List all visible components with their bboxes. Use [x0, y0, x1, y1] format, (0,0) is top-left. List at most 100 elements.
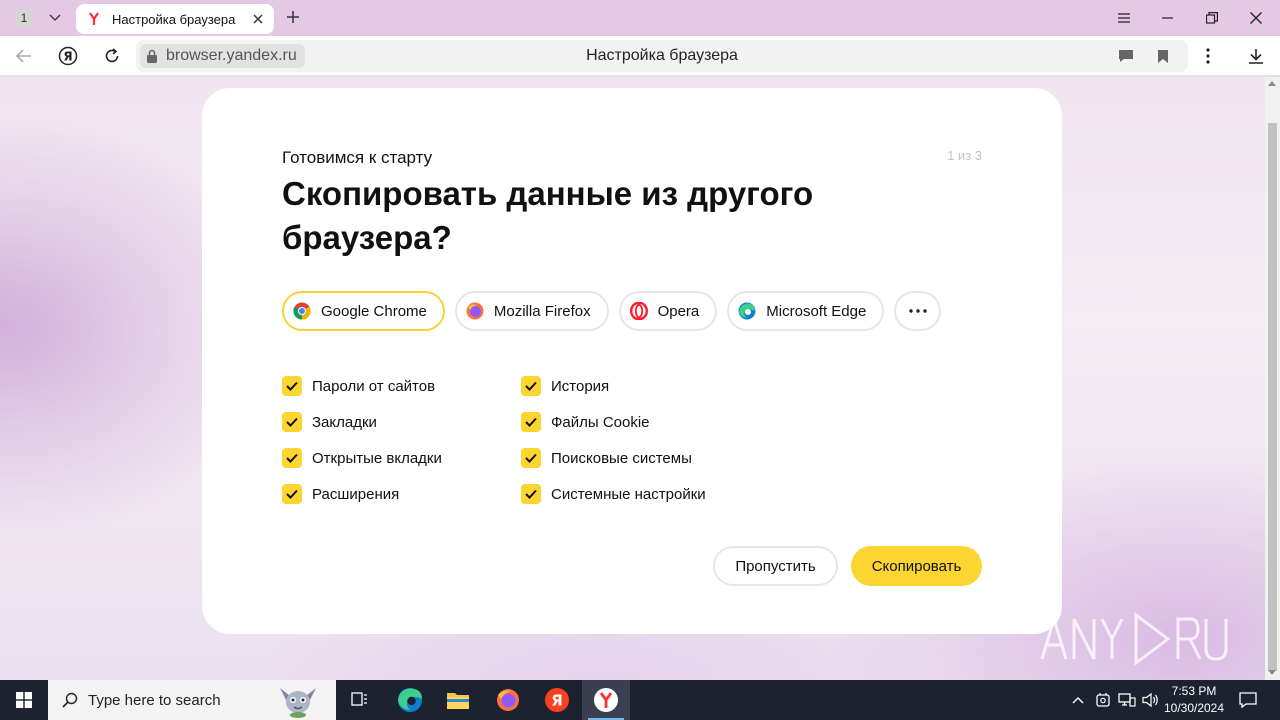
option-cookies[interactable]: Файлы Cookie [521, 404, 706, 440]
check-icon [525, 417, 537, 427]
browser-chip-label: Google Chrome [321, 302, 427, 320]
taskbar-clock[interactable]: 7:53 PM 10/30/2024 [1160, 683, 1228, 717]
tab-counter-button[interactable]: 1 [10, 7, 38, 29]
option-label: Файлы Cookie [551, 413, 650, 431]
more-browsers-button[interactable] [894, 291, 942, 331]
option-search-engines[interactable]: Поисковые системы [521, 440, 706, 476]
search-highlight-creature-icon [280, 688, 316, 718]
checkbox-checked[interactable] [282, 448, 302, 468]
restore-button[interactable] [1199, 6, 1225, 30]
search-icon [62, 692, 78, 708]
taskbar-explorer-button[interactable] [434, 680, 482, 720]
check-icon [525, 489, 537, 499]
svg-text:Я: Я [551, 692, 563, 710]
setup-subtitle: Готовимся к старту [282, 148, 433, 167]
reload-button[interactable] [99, 44, 125, 68]
back-button[interactable] [11, 44, 37, 68]
options-column-right: История Файлы Cookie Поисковые системы С… [521, 368, 706, 512]
opera-icon [629, 301, 649, 321]
clock-time: 7:53 PM [1171, 684, 1217, 698]
more-menu-button[interactable] [1195, 44, 1221, 68]
option-history[interactable]: История [521, 368, 706, 404]
page-title: Настройка браузера [586, 47, 738, 64]
reader-mode-button[interactable] [1116, 47, 1136, 65]
downloads-button[interactable] [1243, 44, 1269, 68]
folder-icon [447, 693, 469, 709]
search-placeholder: Type here to search [88, 691, 221, 709]
notification-icon [1239, 692, 1257, 708]
taskbar-edge-button[interactable] [386, 680, 434, 720]
windows-taskbar: Type here to search Я 7:53 PM 10/30/2024 [0, 680, 1280, 720]
browser-menu-button[interactable] [1111, 6, 1137, 30]
browser-chip-firefox[interactable]: Mozilla Firefox [454, 291, 609, 331]
copy-button[interactable]: Скопировать [851, 546, 982, 586]
firefox-icon [497, 689, 519, 711]
check-icon [286, 453, 298, 463]
scroll-up-arrow-icon[interactable] [1268, 81, 1276, 86]
checkbox-checked[interactable] [521, 484, 541, 504]
tray-network-button[interactable] [1117, 690, 1137, 710]
option-bookmarks[interactable]: Закладки [282, 404, 442, 440]
option-system-settings[interactable]: Системные настройки [521, 476, 706, 512]
yandex-home-button[interactable]: Я [55, 44, 81, 68]
firefox-icon [465, 301, 485, 321]
speaker-icon [1142, 692, 1158, 708]
scroll-down-arrow-icon[interactable] [1268, 670, 1276, 675]
bookmark-button[interactable] [1153, 47, 1173, 65]
more-vertical-icon [1206, 48, 1210, 64]
checkbox-checked[interactable] [282, 412, 302, 432]
more-horizontal-icon [909, 309, 927, 313]
start-button[interactable] [0, 680, 48, 720]
windows-logo-icon [16, 692, 32, 708]
checkbox-checked[interactable] [282, 376, 302, 396]
taskbar-yandex-button[interactable]: Я [533, 680, 581, 720]
option-label: Открытые вкладки [312, 449, 442, 467]
browser-chip-edge[interactable]: Microsoft Edge [727, 291, 885, 331]
checkbox-checked[interactable] [282, 484, 302, 504]
minimize-icon [1162, 17, 1173, 19]
svg-text:Я: Я [63, 50, 72, 64]
chrome-icon [292, 301, 312, 321]
option-extensions[interactable]: Расширения [282, 476, 442, 512]
omnibox[interactable]: browser.yandex.ru Настройка браузера [136, 40, 1188, 72]
browser-chip-chrome[interactable]: Google Chrome [282, 291, 445, 331]
option-passwords[interactable]: Пароли от сайтов [282, 368, 442, 404]
tray-overflow-button[interactable] [1068, 690, 1088, 710]
yandex-logo-icon: Я [58, 46, 78, 66]
tab-close-button[interactable] [250, 11, 266, 27]
setup-dialog: Готовимся к старту 1 из 3 Скопировать да… [202, 88, 1062, 634]
device-icon [1096, 693, 1110, 707]
tray-device-button[interactable] [1093, 690, 1113, 710]
taskbar-yandex-browser-button[interactable] [582, 680, 630, 720]
task-view-button[interactable] [336, 680, 384, 720]
minimize-button[interactable] [1155, 6, 1181, 30]
checkbox-checked[interactable] [521, 412, 541, 432]
new-tab-button[interactable] [282, 6, 304, 28]
chat-bubble-icon [1119, 50, 1133, 62]
checkbox-checked[interactable] [521, 448, 541, 468]
check-icon [525, 381, 537, 391]
skip-button[interactable]: Пропустить [713, 546, 838, 586]
hamburger-icon [1118, 13, 1130, 23]
taskbar-search-box[interactable]: Type here to search [48, 680, 336, 720]
page-scrollbar[interactable] [1265, 77, 1280, 680]
taskbar-firefox-button[interactable] [484, 680, 532, 720]
tab-active[interactable]: Настройка браузера [76, 4, 274, 34]
network-icon [1118, 693, 1136, 707]
close-window-button[interactable] [1243, 6, 1269, 30]
browser-chip-opera[interactable]: Opera [618, 291, 718, 331]
option-open-tabs[interactable]: Открытые вкладки [282, 440, 442, 476]
checkbox-checked[interactable] [521, 376, 541, 396]
step-indicator: 1 из 3 [947, 148, 982, 163]
plus-icon [287, 11, 299, 23]
tab-count: 1 [15, 9, 33, 27]
scroll-thumb[interactable] [1268, 123, 1277, 671]
download-icon [1249, 49, 1263, 64]
bookmark-icon [1158, 49, 1168, 63]
address-bar: Я browser.yandex.ru Настройка браузера [0, 36, 1280, 76]
notifications-button[interactable] [1237, 690, 1259, 710]
option-label: Системные настройки [551, 485, 706, 503]
edge-icon [398, 688, 422, 712]
tab-list-button[interactable] [42, 7, 68, 29]
tray-volume-button[interactable] [1141, 690, 1161, 710]
